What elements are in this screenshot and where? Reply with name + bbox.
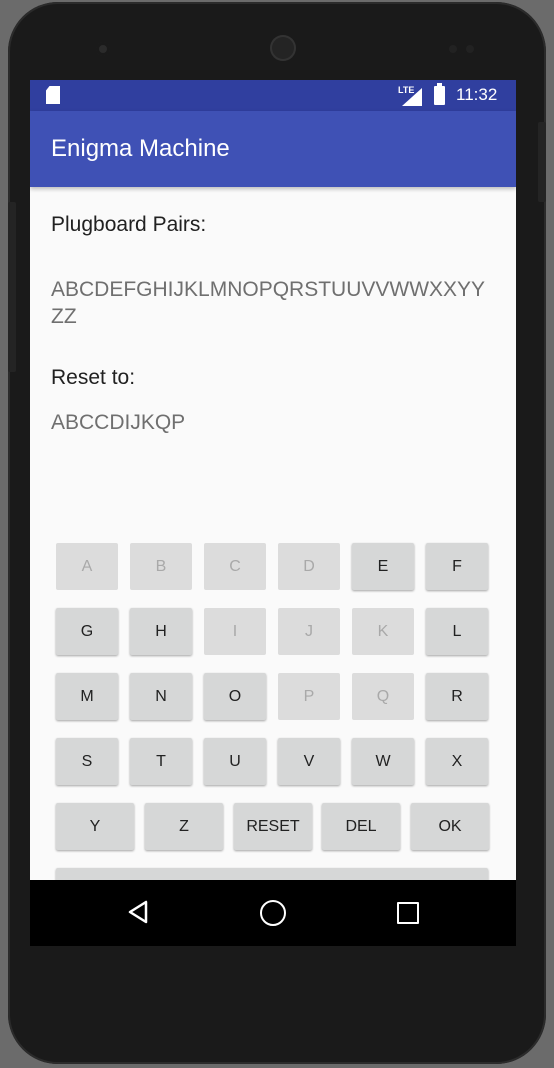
key-l[interactable]: L xyxy=(426,608,488,655)
key-h[interactable]: H xyxy=(130,608,192,655)
status-time: 11:32 xyxy=(456,85,498,104)
key-m[interactable]: M xyxy=(56,673,118,720)
back-icon[interactable] xyxy=(126,900,150,924)
plugboard-label: Plugboard Pairs: xyxy=(51,213,207,236)
reset-label: Reset to: xyxy=(51,366,136,389)
sensor-icon xyxy=(449,45,457,53)
key-reset[interactable]: RESET xyxy=(234,803,312,850)
home-icon[interactable] xyxy=(260,900,286,926)
sd-card-icon xyxy=(46,86,60,104)
key-r[interactable]: R xyxy=(426,673,488,720)
main-content: Plugboard Pairs: ABCDEFGHIJKLMNOPQRSTUUV… xyxy=(30,187,516,915)
reset-value: ABCCDIJKQP xyxy=(51,411,186,434)
key-j: J xyxy=(278,608,340,655)
key-v[interactable]: V xyxy=(278,738,340,785)
key-p: P xyxy=(278,673,340,720)
key-x[interactable]: X xyxy=(426,738,488,785)
key-t[interactable]: T xyxy=(130,738,192,785)
volume-button xyxy=(8,202,16,372)
battery-icon xyxy=(434,83,445,105)
key-u[interactable]: U xyxy=(204,738,266,785)
speaker-grille-icon xyxy=(270,35,296,61)
key-e[interactable]: E xyxy=(352,543,414,590)
lte-label: LTE xyxy=(398,85,415,95)
status-bar: LTE 11:32 xyxy=(30,80,516,111)
key-n[interactable]: N xyxy=(130,673,192,720)
key-o[interactable]: O xyxy=(204,673,266,720)
power-button xyxy=(538,122,546,202)
key-f[interactable]: F xyxy=(426,543,488,590)
plugboard-value: ABCDEFGHIJKLMNOPQRSTUUVVWWXXYYZZ xyxy=(51,278,486,328)
key-q: Q xyxy=(352,673,414,720)
key-s[interactable]: S xyxy=(56,738,118,785)
key-i: I xyxy=(204,608,266,655)
recents-icon[interactable] xyxy=(397,902,419,924)
key-k: K xyxy=(352,608,414,655)
app-bar: Enigma Machine xyxy=(30,111,516,187)
key-del[interactable]: DEL xyxy=(322,803,400,850)
key-d: D xyxy=(278,543,340,590)
key-w[interactable]: W xyxy=(352,738,414,785)
screen: LTE 11:32 Enigma Machine Plugboard Pairs… xyxy=(30,80,516,946)
sensor-icon xyxy=(466,45,474,53)
key-c: C xyxy=(204,543,266,590)
key-y[interactable]: Y xyxy=(56,803,134,850)
app-title: Enigma Machine xyxy=(51,135,230,162)
key-g[interactable]: G xyxy=(56,608,118,655)
camera-icon xyxy=(96,42,110,56)
key-a: A xyxy=(56,543,118,590)
key-b: B xyxy=(130,543,192,590)
key-ok[interactable]: OK xyxy=(411,803,489,850)
navigation-bar xyxy=(30,880,516,946)
key-z[interactable]: Z xyxy=(145,803,223,850)
